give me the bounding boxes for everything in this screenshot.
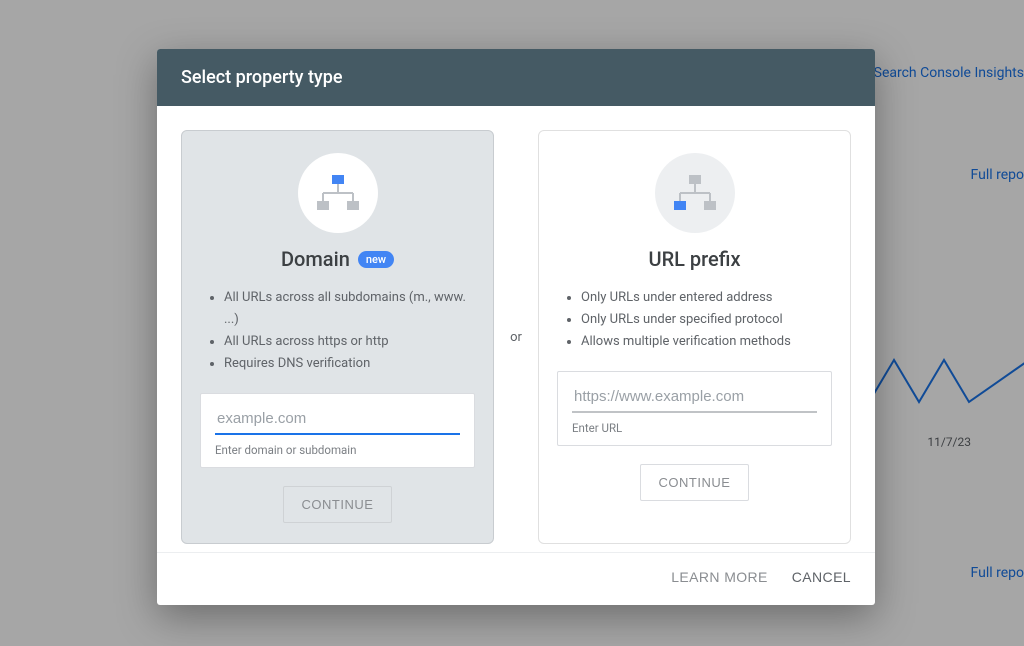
list-item: Only URLs under entered address [581, 287, 832, 309]
url-prefix-property-card[interactable]: URL prefix Only URLs under entered addre… [538, 130, 851, 544]
domain-sitemap-icon [298, 153, 378, 233]
url-prefix-sitemap-icon [655, 153, 735, 233]
domain-feature-list: All URLs across all subdomains (m., www.… [200, 287, 475, 375]
url-prefix-card-title: URL prefix [648, 247, 740, 271]
domain-property-card[interactable]: Domain new All URLs across all subdomain… [181, 130, 494, 544]
new-badge: new [358, 251, 394, 268]
domain-input-helper: Enter domain or subdomain [215, 443, 460, 457]
url-prefix-input-helper: Enter URL [572, 421, 817, 435]
learn-more-button[interactable]: LEARN MORE [671, 569, 768, 585]
domain-card-title: Domain [281, 247, 350, 271]
list-item: All URLs across https or http [224, 331, 475, 353]
url-prefix-continue-button[interactable]: CONTINUE [640, 464, 750, 501]
or-divider: or [494, 130, 538, 544]
domain-continue-button[interactable]: CONTINUE [283, 486, 393, 523]
dialog-footer: LEARN MORE CANCEL [157, 552, 875, 605]
domain-input[interactable] [215, 406, 460, 435]
dialog-body: Domain new All URLs across all subdomain… [157, 106, 875, 552]
url-prefix-input-wrapper: Enter URL [557, 371, 832, 446]
url-prefix-feature-list: Only URLs under entered address Only URL… [557, 287, 832, 353]
list-item: Requires DNS verification [224, 353, 475, 375]
url-prefix-input[interactable] [572, 384, 817, 413]
select-property-type-dialog: Select property type Domain new [157, 49, 875, 605]
list-item: Only URLs under specified protocol [581, 309, 832, 331]
domain-input-wrapper: Enter domain or subdomain [200, 393, 475, 468]
list-item: Allows multiple verification methods [581, 331, 832, 353]
list-item: All URLs across all subdomains (m., www.… [224, 287, 475, 331]
dialog-title: Select property type [157, 49, 875, 106]
cancel-button[interactable]: CANCEL [792, 569, 851, 585]
